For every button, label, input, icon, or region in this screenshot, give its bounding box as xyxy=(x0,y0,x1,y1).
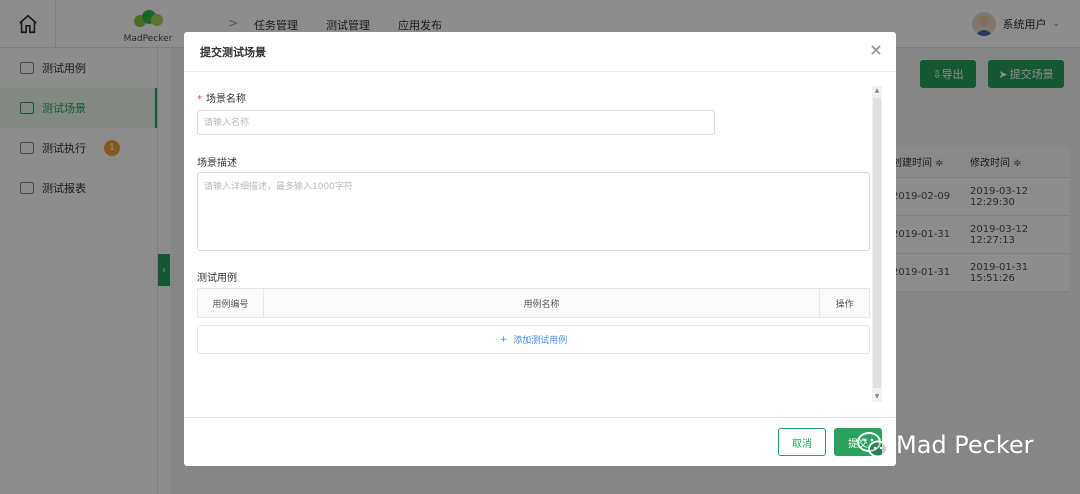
close-icon[interactable]: × xyxy=(868,42,884,58)
submit-scene-dialog: 提交测试场景 × * 场景名称 场景描述 测试用例 用例编号 用例名称 操作 + … xyxy=(184,32,896,466)
plus-icon: + xyxy=(499,334,508,345)
required-marker: * xyxy=(197,94,202,105)
dialog-body: * 场景名称 场景描述 测试用例 用例编号 用例名称 操作 + 添加测试用例 ▲ … xyxy=(184,72,896,417)
scene-name-input[interactable] xyxy=(197,110,715,135)
dialog-header: 提交测试场景 × xyxy=(184,32,896,72)
scroll-down-icon[interactable]: ▼ xyxy=(872,392,882,402)
column-case-id: 用例编号 xyxy=(198,289,264,317)
watermark: Mad Pecker xyxy=(856,430,1034,460)
wechat-icon xyxy=(857,432,888,458)
test-cases-label: 测试用例 xyxy=(197,273,237,284)
add-test-case-label: 添加测试用例 xyxy=(513,336,568,346)
dialog-footer: 取消 提交 xyxy=(184,417,896,466)
column-actions: 操作 xyxy=(835,299,854,310)
cancel-button[interactable]: 取消 xyxy=(778,428,826,456)
dialog-scrollbar[interactable]: ▲ ▼ xyxy=(872,86,882,402)
add-test-case-button[interactable]: + 添加测试用例 xyxy=(197,325,870,354)
scene-desc-label: 场景描述 xyxy=(197,158,237,169)
scene-name-label: * 场景名称 xyxy=(197,90,246,105)
scene-desc-textarea[interactable] xyxy=(197,172,870,251)
watermark-text: Mad Pecker xyxy=(896,431,1034,459)
scene-name-label-text: 场景名称 xyxy=(206,94,246,105)
test-case-table-header: 用例编号 用例名称 操作 xyxy=(197,288,870,318)
scroll-up-icon[interactable]: ▲ xyxy=(872,86,882,96)
scroll-thumb[interactable] xyxy=(873,98,881,388)
column-case-name: 用例名称 xyxy=(264,289,821,317)
dialog-title: 提交测试场景 xyxy=(200,45,266,59)
